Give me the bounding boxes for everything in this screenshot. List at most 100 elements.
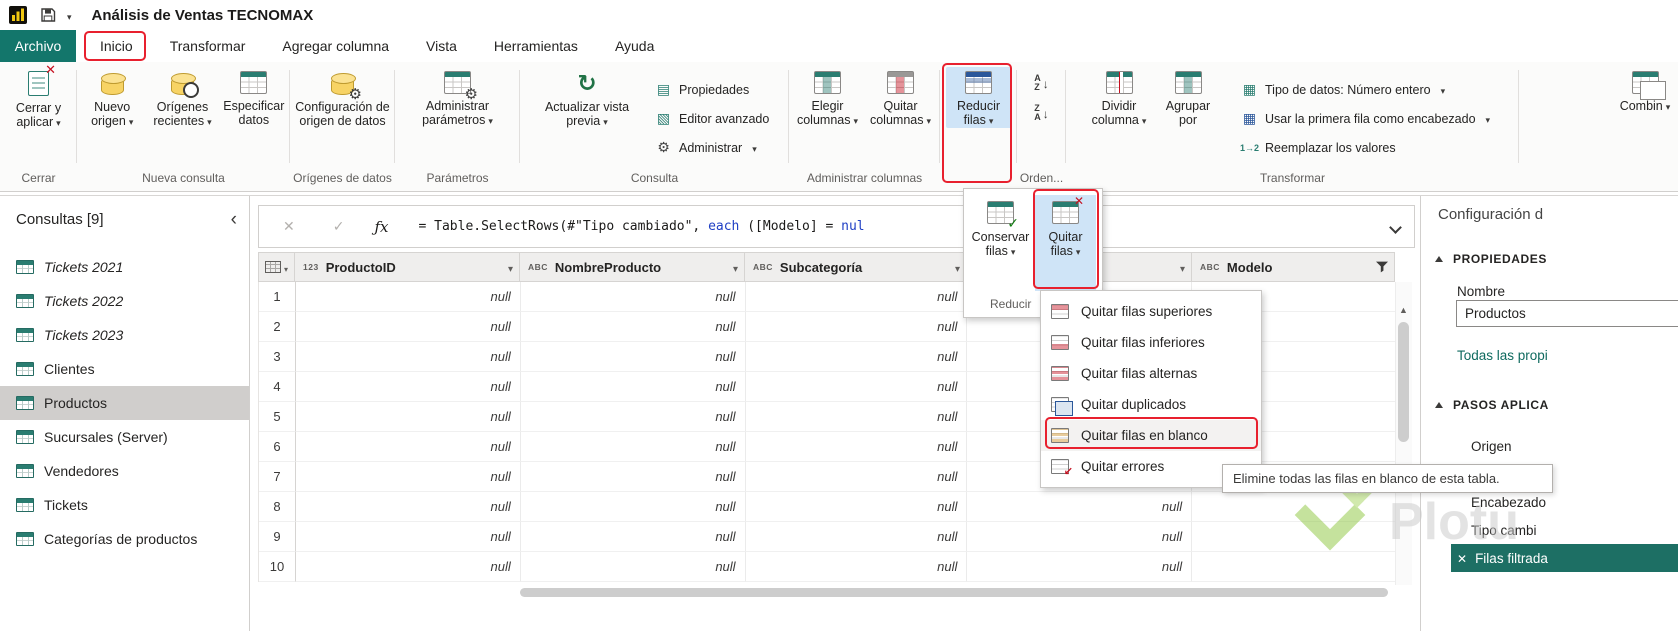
especificar-datos-button[interactable]: Especificar datos: [221, 67, 287, 129]
tipo-de-datos-button[interactable]: Tipo de datos: Número entero: [1236, 77, 1450, 102]
sidebar-item-tickets-2021[interactable]: Tickets 2021: [0, 250, 249, 284]
editor-avanzado-button[interactable]: Editor avanzado: [650, 106, 774, 131]
configuracion-origen-button[interactable]: Configuración de origen de datos: [294, 67, 392, 128]
all-properties-link[interactable]: Todas las propi: [1457, 348, 1548, 363]
column-filter-icon[interactable]: [1376, 261, 1388, 273]
table-cell[interactable]: null: [745, 522, 968, 552]
table-cell[interactable]: null: [295, 312, 521, 342]
column-header-nombreproducto[interactable]: ABC NombreProducto: [520, 252, 745, 282]
sort-descending-button[interactable]: [1029, 102, 1054, 124]
usar-primera-fila-button[interactable]: Usar la primera fila como encabezado: [1236, 106, 1495, 131]
table-cell[interactable]: null: [295, 372, 521, 402]
table-cell[interactable]: null: [520, 402, 746, 432]
actualizar-vista-previa-button[interactable]: Actualizar vista previa: [544, 67, 630, 160]
table-cell[interactable]: null: [745, 432, 968, 462]
scroll-up-icon[interactable]: [1396, 305, 1411, 315]
table-cell[interactable]: null: [745, 492, 968, 522]
table-cell[interactable]: null: [520, 492, 746, 522]
menu-item-quitar-filas-superiores[interactable]: Quitar filas superiores: [1041, 296, 1261, 327]
delete-step-icon[interactable]: [1457, 551, 1467, 566]
column-type-icon[interactable]: 123: [303, 262, 319, 272]
tab-vista[interactable]: Vista: [413, 30, 470, 62]
reducir-filas-button[interactable]: Reducir filas: [945, 67, 1012, 128]
table-cell[interactable]: [1192, 552, 1395, 582]
row-number[interactable]: 7: [259, 462, 296, 492]
table-menu-caret-icon[interactable]: [284, 260, 288, 275]
sidebar-item-productos[interactable]: Productos: [0, 386, 249, 420]
column-dropdown-icon[interactable]: [733, 260, 738, 275]
elegir-columnas-button[interactable]: Elegir columnas: [793, 67, 863, 128]
table-cell[interactable]: null: [745, 342, 968, 372]
table-cell[interactable]: null: [967, 522, 1193, 552]
column-header-subcategoria[interactable]: ABC Subcategoría: [745, 252, 967, 282]
cerrar-y-aplicar-button[interactable]: Cerrar y aplicar: [4, 63, 74, 130]
tab-archivo[interactable]: Archivo: [0, 30, 76, 62]
step-filas-filtradas[interactable]: Filas filtrada: [1451, 544, 1678, 572]
select-all-corner-cell[interactable]: [258, 252, 295, 282]
horizontal-scrollbar[interactable]: [258, 585, 1395, 599]
row-number[interactable]: 2: [259, 312, 296, 342]
sidebar-item-tickets[interactable]: Tickets: [0, 488, 249, 522]
table-cell[interactable]: null: [295, 492, 521, 522]
table-cell[interactable]: null: [745, 372, 968, 402]
expand-formula-bar-icon[interactable]: [1389, 221, 1402, 234]
sidebar-item-tickets-2022[interactable]: Tickets 2022: [0, 284, 249, 318]
table-cell[interactable]: null: [967, 552, 1193, 582]
administrar-parametros-button[interactable]: Administrar parámetros: [403, 67, 513, 128]
table-cell[interactable]: null: [520, 522, 746, 552]
menu-item-quitar-filas-inferiores[interactable]: Quitar filas inferiores: [1041, 327, 1261, 358]
column-dropdown-icon[interactable]: [1180, 260, 1185, 275]
menu-item-quitar-duplicados[interactable]: Quitar duplicados: [1041, 389, 1261, 420]
step-tipo-cambiado[interactable]: Tipo cambi: [1451, 516, 1678, 544]
table-cell[interactable]: null: [520, 432, 746, 462]
column-dropdown-icon[interactable]: [955, 260, 960, 275]
sidebar-item-categorias-productos[interactable]: Categorías de productos: [0, 522, 249, 556]
tab-inicio[interactable]: Inicio: [87, 30, 146, 62]
table-cell[interactable]: null: [295, 522, 521, 552]
column-dropdown-icon[interactable]: [508, 260, 513, 275]
origenes-recientes-button[interactable]: Orígenes recientes: [146, 67, 218, 129]
vertical-scrollbar-thumb[interactable]: [1398, 322, 1409, 442]
dividir-columna-button[interactable]: Dividir columna: [1084, 67, 1154, 160]
table-cell[interactable]: [1192, 492, 1395, 522]
applied-steps-section-header[interactable]: PASOS APLICA: [1435, 398, 1549, 412]
combinar-button[interactable]: Combin: [1615, 67, 1675, 114]
save-icon[interactable]: [40, 7, 56, 23]
table-cell[interactable]: null: [520, 552, 746, 582]
query-name-input[interactable]: [1456, 300, 1678, 327]
sidebar-item-sucursales[interactable]: Sucursales (Server): [0, 420, 249, 454]
tab-agregar-columna[interactable]: Agregar columna: [269, 30, 402, 62]
tab-transformar[interactable]: Transformar: [157, 30, 259, 62]
table-cell[interactable]: null: [295, 552, 521, 582]
step-origen[interactable]: Origen: [1451, 432, 1678, 460]
sidebar-item-tickets-2023[interactable]: Tickets 2023: [0, 318, 249, 352]
agrupar-por-button[interactable]: Agrupar por: [1156, 67, 1220, 160]
horizontal-scrollbar-thumb[interactable]: [520, 588, 1388, 597]
nuevo-origen-button[interactable]: Nuevo origen: [80, 67, 144, 129]
cancel-formula-icon[interactable]: [283, 218, 295, 235]
row-number[interactable]: 8: [259, 492, 296, 522]
tab-herramientas[interactable]: Herramientas: [481, 30, 591, 62]
administrar-button[interactable]: Administrar: [650, 135, 762, 160]
table-cell[interactable]: null: [745, 312, 968, 342]
table-cell[interactable]: null: [520, 342, 746, 372]
column-header-productoid[interactable]: 123 ProductoID: [295, 252, 520, 282]
table-cell[interactable]: null: [745, 552, 968, 582]
sort-ascending-button[interactable]: [1029, 72, 1054, 94]
collapse-triangle-icon[interactable]: [1435, 256, 1443, 262]
table-cell[interactable]: null: [295, 402, 521, 432]
sidebar-item-vendedores[interactable]: Vendedores: [0, 454, 249, 488]
tab-ayuda[interactable]: Ayuda: [602, 30, 667, 62]
commit-formula-icon[interactable]: [333, 218, 345, 235]
properties-section-header[interactable]: PROPIEDADES: [1435, 252, 1547, 266]
table-cell[interactable]: null: [967, 492, 1193, 522]
quick-access-caret-icon[interactable]: [64, 8, 72, 23]
conservar-filas-button[interactable]: Conservar filas: [970, 195, 1031, 291]
table-cell[interactable]: null: [295, 282, 521, 312]
table-cell[interactable]: [1192, 522, 1395, 552]
sidebar-item-clientes[interactable]: Clientes: [0, 352, 249, 386]
row-number[interactable]: 5: [259, 402, 296, 432]
propiedades-button[interactable]: Propiedades: [650, 77, 754, 102]
row-number[interactable]: 1: [259, 282, 296, 312]
table-cell[interactable]: null: [295, 462, 521, 492]
